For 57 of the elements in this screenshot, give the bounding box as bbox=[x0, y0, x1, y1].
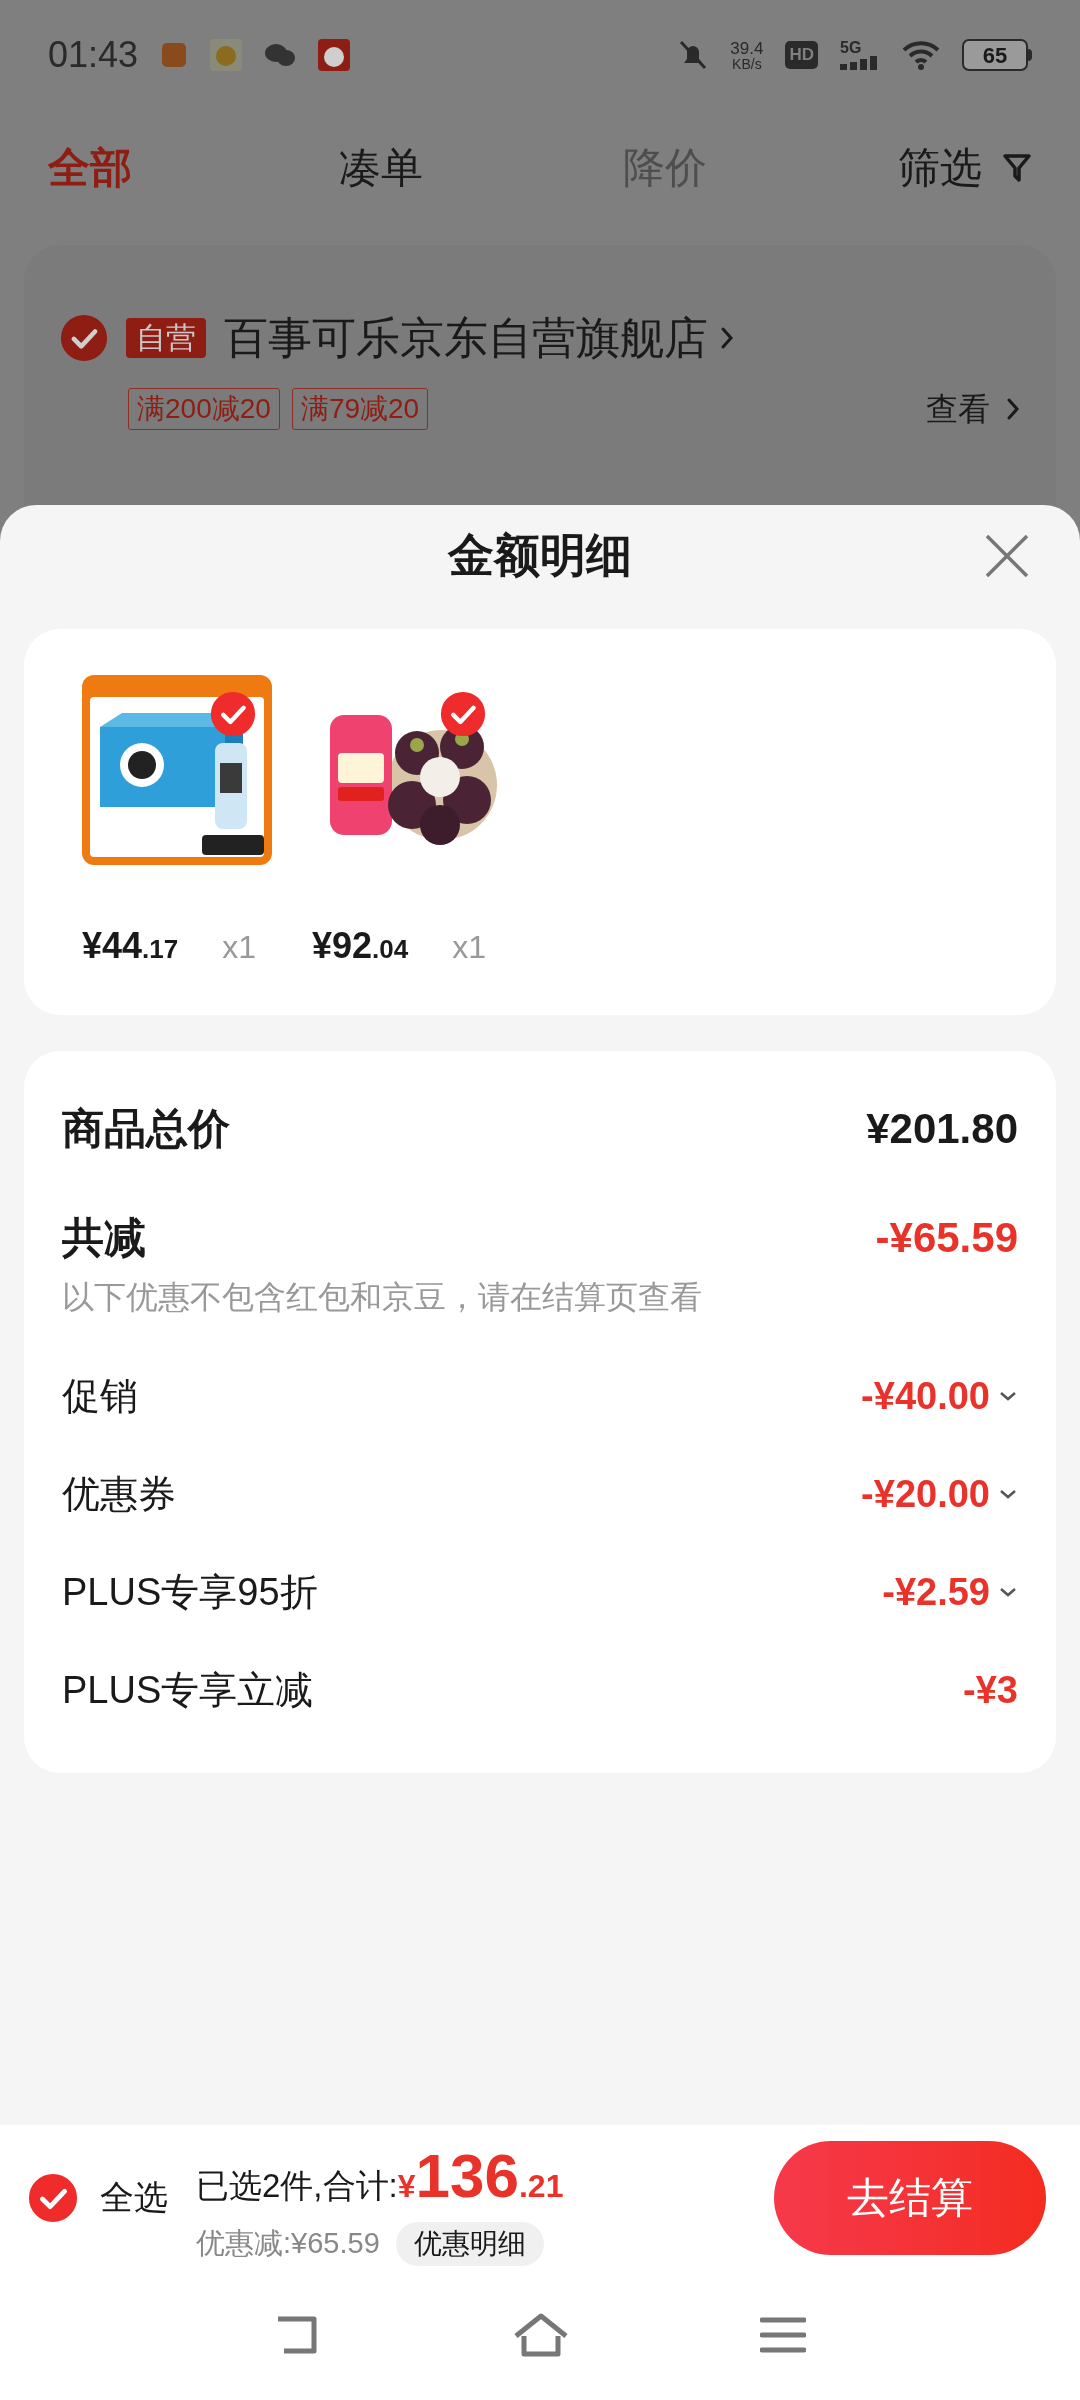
discount-line-label: 促销 bbox=[62, 1373, 138, 1419]
chat-icon bbox=[264, 41, 297, 69]
checkbox[interactable] bbox=[60, 314, 108, 362]
chevron-right-icon bbox=[720, 325, 734, 351]
filter-button[interactable]: 筛选 bbox=[898, 136, 1032, 199]
store-name[interactable]: 百事可乐京东自营旗舰店 bbox=[224, 305, 734, 371]
status-time: 01:43 bbox=[48, 33, 139, 77]
discount-line-label: PLUS专享立减 bbox=[62, 1667, 314, 1713]
mute-icon bbox=[678, 39, 709, 71]
store-badge: 自营 bbox=[126, 318, 206, 358]
promo-tag: 满200减20 bbox=[128, 388, 280, 430]
network-type: 5G bbox=[840, 40, 863, 56]
menu-icon[interactable] bbox=[760, 2316, 806, 2354]
discount-line-value[interactable]: -¥3 bbox=[963, 1661, 1018, 1719]
view-link[interactable]: 查看 bbox=[926, 385, 1020, 433]
app-icon bbox=[210, 39, 243, 71]
notification-icon bbox=[160, 41, 189, 69]
promo-tag: 满79减20 bbox=[291, 388, 429, 430]
selected-summary: 已选2件,合计: bbox=[196, 2166, 398, 2206]
signal-icon bbox=[840, 56, 880, 70]
total-amount: ¥136.21 bbox=[397, 2140, 564, 2212]
discount-note: 以下优惠不包含红包和京豆，请在结算页查看 bbox=[62, 1278, 703, 1317]
discount-line-value[interactable]: -¥40.00 bbox=[861, 1367, 1018, 1425]
hd-badge: HD bbox=[785, 41, 818, 69]
chevron-down-icon bbox=[998, 1586, 1018, 1598]
discount-line-value[interactable]: -¥20.00 bbox=[861, 1465, 1018, 1523]
checkbox[interactable] bbox=[28, 2172, 78, 2223]
item-price: ¥44.17 bbox=[82, 924, 179, 968]
chevron-down-icon bbox=[998, 1488, 1018, 1500]
checkout-button[interactable]: 去结算 bbox=[774, 2140, 1046, 2255]
battery-level: 65 bbox=[982, 41, 1008, 70]
item-price: ¥92.04 bbox=[312, 924, 409, 968]
item-quantity: x1 bbox=[452, 928, 487, 967]
discount-line-label: PLUS专享95折 bbox=[62, 1569, 318, 1615]
close-icon bbox=[984, 533, 1030, 579]
tab[interactable]: 凑单 bbox=[331, 136, 615, 199]
chevron-down-icon bbox=[998, 1390, 1018, 1402]
select-all[interactable]: 全选 bbox=[28, 2172, 168, 2223]
net-speed: 39.4 bbox=[730, 39, 764, 57]
checkbox[interactable] bbox=[440, 691, 486, 737]
discount-line-value[interactable]: -¥2.59 bbox=[882, 1563, 1018, 1621]
discount-summary: 优惠减:¥65.59 bbox=[196, 2226, 380, 2262]
net-unit: KB/s bbox=[732, 56, 762, 71]
discount-detail-button[interactable]: 优惠明细 bbox=[395, 2222, 544, 2266]
discount-value: -¥65.59 bbox=[875, 1213, 1018, 1263]
home-icon[interactable] bbox=[512, 2312, 570, 2358]
sheet-title: 金额明细 bbox=[448, 527, 632, 583]
discount-line-label: 优惠券 bbox=[62, 1471, 176, 1517]
tab[interactable]: 全部 bbox=[48, 136, 332, 199]
wifi-icon bbox=[902, 40, 940, 70]
discount-label: 共减 bbox=[62, 1213, 146, 1263]
chevron-right-icon bbox=[1006, 396, 1020, 422]
filter-icon bbox=[1002, 151, 1032, 184]
total-label: 商品总价 bbox=[62, 1104, 230, 1154]
item-quantity: x1 bbox=[222, 928, 257, 967]
total-value: ¥201.80 bbox=[866, 1104, 1018, 1154]
checkbox[interactable] bbox=[210, 691, 256, 737]
